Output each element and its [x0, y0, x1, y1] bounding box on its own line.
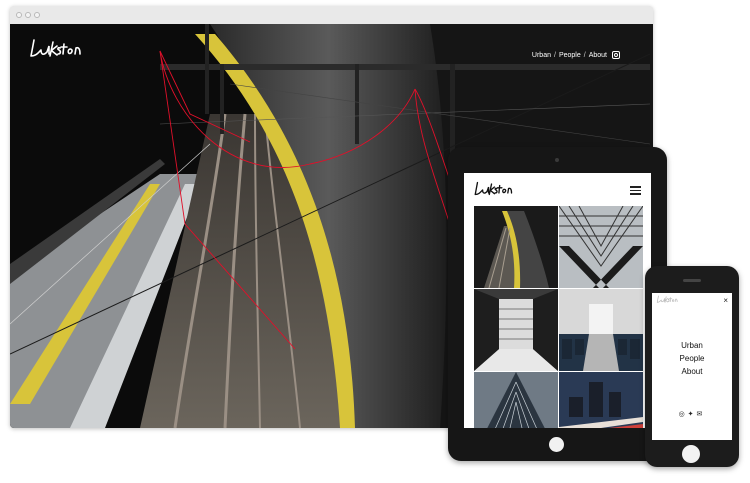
minimize-window-dot[interactable] — [25, 12, 31, 18]
grid-photo-glass-roof[interactable] — [559, 206, 643, 288]
tablet-device — [448, 147, 667, 461]
phone-social-icons: ◎✦✉ — [652, 410, 732, 418]
hamburger-menu-icon[interactable] — [630, 186, 641, 197]
instagram-icon[interactable] — [612, 51, 620, 59]
phone-menu-item-urban[interactable]: Urban — [652, 339, 732, 352]
instagram-icon[interactable]: ◎ — [679, 411, 688, 418]
tablet-home-button[interactable] — [549, 437, 564, 452]
grid-photo-tunnel[interactable] — [474, 206, 558, 288]
close-icon[interactable]: × — [723, 296, 728, 305]
phone-site-logo[interactable] — [656, 295, 678, 305]
grid-photo-stairwell[interactable] — [474, 289, 558, 371]
grid-photo-glass-building[interactable] — [474, 372, 558, 428]
site-nav: Urban / People / About — [532, 51, 620, 59]
site-logo[interactable] — [28, 38, 82, 62]
grid-photo-city-traffic[interactable] — [559, 372, 643, 428]
phone-menu-item-about[interactable]: About — [652, 365, 732, 378]
phone-home-button[interactable] — [682, 445, 700, 463]
phone-menu: Urban People About — [652, 339, 732, 378]
nav-link-about[interactable]: About — [589, 52, 607, 59]
grid-photo-train-interior[interactable] — [559, 289, 643, 371]
phone-screen: × Urban People About ◎✦✉ — [652, 293, 732, 440]
close-window-dot[interactable] — [16, 12, 22, 18]
maximize-window-dot[interactable] — [34, 12, 40, 18]
browser-title-bar — [10, 6, 653, 25]
nav-separator: / — [583, 51, 586, 59]
twitter-icon[interactable]: ✦ — [688, 411, 697, 418]
nav-separator: / — [554, 51, 556, 59]
mail-icon[interactable]: ✉ — [697, 411, 706, 418]
nav-link-urban[interactable]: Urban — [532, 52, 551, 59]
phone-menu-item-people[interactable]: People — [652, 352, 732, 365]
tablet-site-logo[interactable] — [473, 180, 513, 200]
phone-speaker — [683, 279, 701, 282]
phone-device: × Urban People About ◎✦✉ — [645, 266, 739, 467]
tablet-screen — [464, 173, 651, 428]
nav-link-people[interactable]: People — [559, 52, 581, 59]
tablet-camera — [555, 158, 559, 162]
